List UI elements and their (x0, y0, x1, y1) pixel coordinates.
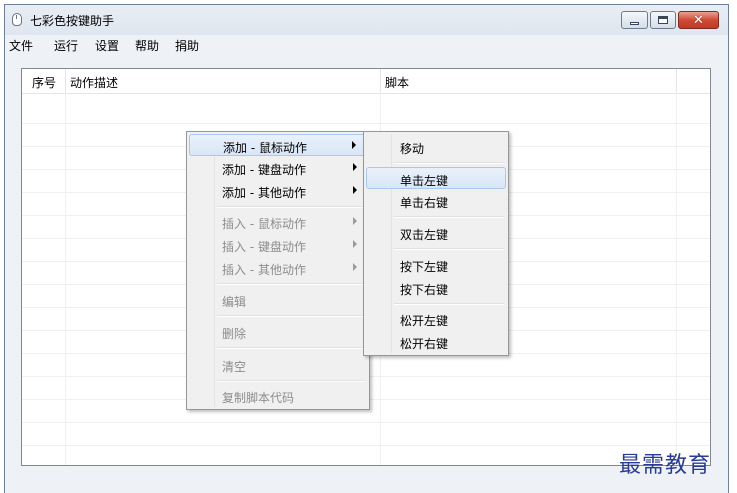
menu-item-label: 添加 - 其他动作 (222, 186, 306, 200)
window-title: 七彩色按键助手 (30, 14, 115, 28)
menu-item-label: 添加 - 鼠标动作 (223, 141, 307, 155)
menu-donate[interactable]: 捐助 (175, 37, 199, 54)
menu-separator (394, 162, 504, 164)
menu-item-label: 清空 (222, 360, 247, 374)
submenu-item-left-click[interactable]: 单击左键 (366, 167, 506, 189)
menu-item-label: 移动 (400, 142, 425, 156)
mouse-action-submenu: 移动 单击左键 单击右键 双击左键 按下左键 按下右键 松开左键 松开右键 (363, 131, 509, 356)
menu-separator (217, 380, 365, 382)
submenu-arrow-icon (352, 141, 356, 149)
watermark-logo: 最需教育 (619, 453, 712, 478)
menu-item-add-mouse-action[interactable]: 添加 - 鼠标动作 (189, 134, 367, 156)
menu-separator (217, 283, 365, 285)
column-divider[interactable] (65, 69, 66, 93)
menu-settings[interactable]: 设置 (95, 37, 119, 54)
submenu-arrow-icon (353, 263, 357, 271)
grid-line (676, 93, 677, 465)
menu-item-label: 插入 - 键盘动作 (222, 240, 306, 254)
menu-item-insert-mouse-action[interactable]: 插入 - 鼠标动作 (189, 211, 367, 233)
menu-item-clear[interactable]: 清空 (189, 354, 367, 376)
close-icon: ✕ (693, 12, 704, 28)
menu-run[interactable]: 运行 (54, 37, 78, 54)
column-divider[interactable] (380, 69, 381, 93)
menu-bar: 文件 运行 设置 帮助 捐助 (5, 35, 728, 55)
submenu-item-release-right[interactable]: 松开右键 (366, 331, 506, 353)
menu-item-label: 编辑 (222, 295, 247, 309)
context-menu: 添加 - 鼠标动作 添加 - 键盘动作 添加 - 其他动作 插入 - 鼠标动作 … (186, 131, 370, 410)
grid-line (22, 445, 710, 446)
menu-item-label: 插入 - 其他动作 (222, 263, 306, 277)
menu-item-label: 按下右键 (400, 283, 449, 297)
menu-separator (394, 216, 504, 218)
maximize-icon (658, 16, 668, 24)
menu-item-label: 复制脚本代码 (222, 391, 295, 405)
submenu-arrow-icon (353, 186, 357, 194)
title-bar[interactable]: 七彩色按键助手 ✕ (5, 5, 728, 35)
close-button[interactable]: ✕ (678, 11, 719, 29)
menu-item-add-keyboard-action[interactable]: 添加 - 键盘动作 (189, 157, 367, 179)
menu-item-add-other-action[interactable]: 添加 - 其他动作 (189, 180, 367, 202)
maximize-button[interactable] (650, 11, 676, 29)
menu-separator (217, 206, 365, 208)
list-header: 序号 动作描述 脚本 (22, 69, 710, 94)
minimize-icon (630, 21, 639, 25)
submenu-arrow-icon (353, 240, 357, 248)
menu-item-delete[interactable]: 删除 (189, 321, 367, 343)
column-index[interactable]: 序号 (32, 74, 56, 91)
grid-line (65, 93, 66, 465)
menu-separator (394, 248, 504, 250)
column-script[interactable]: 脚本 (385, 74, 409, 91)
grid-line (22, 123, 710, 124)
menu-item-label: 按下左键 (400, 260, 449, 274)
menu-item-label: 单击左键 (400, 174, 449, 188)
minimize-button[interactable] (621, 11, 648, 29)
column-description[interactable]: 动作描述 (70, 74, 118, 91)
menu-item-insert-keyboard-action[interactable]: 插入 - 键盘动作 (189, 234, 367, 256)
menu-item-label: 松开左键 (400, 314, 449, 328)
menu-item-label: 单击右键 (400, 196, 449, 210)
submenu-arrow-icon (353, 163, 357, 171)
column-divider[interactable] (676, 69, 677, 93)
submenu-item-press-right[interactable]: 按下右键 (366, 277, 506, 299)
menu-separator (217, 347, 365, 349)
menu-item-insert-other-action[interactable]: 插入 - 其他动作 (189, 257, 367, 279)
submenu-arrow-icon (353, 217, 357, 225)
submenu-item-press-left[interactable]: 按下左键 (366, 254, 506, 276)
menu-item-label: 删除 (222, 327, 247, 341)
menu-file[interactable]: 文件 (9, 37, 33, 54)
menu-item-edit[interactable]: 编辑 (189, 289, 367, 311)
submenu-item-move[interactable]: 移动 (366, 136, 506, 158)
submenu-item-release-left[interactable]: 松开左键 (366, 308, 506, 330)
menu-separator (217, 315, 365, 317)
submenu-item-double-left-click[interactable]: 双击左键 (366, 222, 506, 244)
submenu-item-right-click[interactable]: 单击右键 (366, 190, 506, 212)
menu-help[interactable]: 帮助 (135, 37, 159, 54)
menu-item-label: 添加 - 键盘动作 (222, 163, 306, 177)
menu-item-label: 双击左键 (400, 228, 449, 242)
mouse-icon (12, 13, 22, 26)
menu-item-label: 松开右键 (400, 337, 449, 351)
grid-line (22, 422, 710, 423)
menu-separator (394, 303, 504, 305)
menu-item-copy-script-code[interactable]: 复制脚本代码 (189, 385, 367, 407)
menu-item-label: 插入 - 鼠标动作 (222, 217, 306, 231)
